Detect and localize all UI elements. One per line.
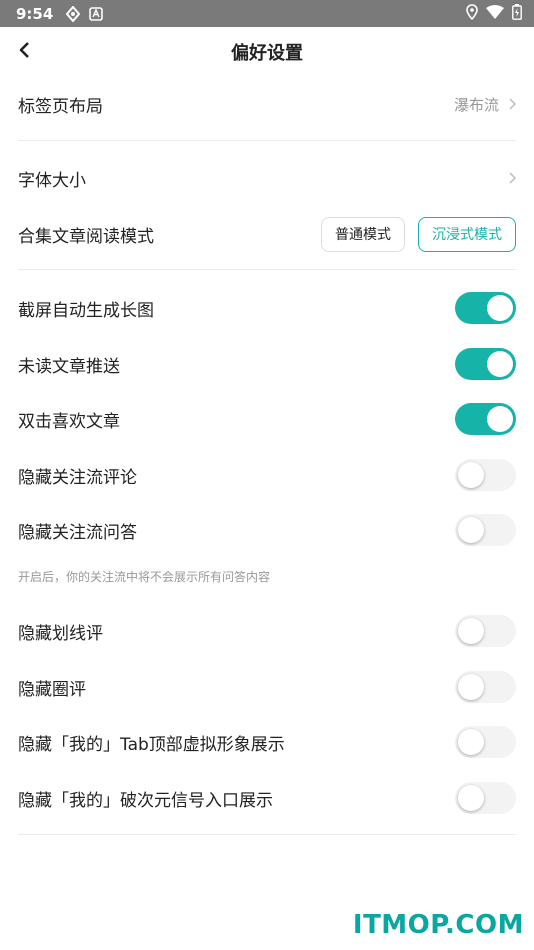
toggle-label: 隐藏圈评 bbox=[18, 679, 86, 700]
hide-circle-comments-toggle[interactable] bbox=[455, 671, 516, 703]
toggle-label: 隐藏「我的」Tab顶部虚拟形象展示 bbox=[18, 734, 285, 755]
hide-feed-comments-toggle[interactable] bbox=[455, 459, 516, 491]
toggle-knob bbox=[458, 785, 484, 811]
toggle-label: 隐藏关注流评论 bbox=[18, 467, 137, 488]
toggle-label: 隐藏关注流问答 bbox=[18, 522, 137, 543]
watermark-logo: ITMOP.COM bbox=[352, 910, 524, 940]
toggle-label: 双击喜欢文章 bbox=[18, 411, 120, 432]
wifi-icon bbox=[486, 4, 504, 23]
hide-qa-hint: 开启后，你的关注流中将不会展示所有问答内容 bbox=[18, 570, 271, 584]
toggle-knob bbox=[487, 406, 513, 432]
toggle-knob bbox=[458, 462, 484, 488]
battery-icon bbox=[512, 3, 522, 24]
chevron-right-icon bbox=[509, 98, 516, 110]
hide-signal-entry-toggle[interactable] bbox=[455, 782, 516, 814]
divider bbox=[18, 269, 516, 270]
immersive-mode-button[interactable]: 沉浸式模式 bbox=[418, 216, 516, 252]
toggle-row-double-tap-like: 双击喜欢文章 bbox=[18, 399, 516, 439]
divider bbox=[18, 834, 516, 835]
toggle-knob bbox=[487, 351, 513, 377]
toggle-knob bbox=[487, 295, 513, 321]
toggle-label: 截屏自动生成长图 bbox=[18, 300, 154, 321]
double-tap-like-toggle[interactable] bbox=[455, 403, 516, 435]
toggle-row-screenshot-long-image: 截屏自动生成长图 bbox=[18, 288, 516, 328]
divider bbox=[18, 140, 516, 141]
layout-label: 标签页布局 bbox=[18, 96, 103, 117]
screenshot-long-image-toggle[interactable] bbox=[455, 292, 516, 324]
sync-icon bbox=[65, 5, 81, 22]
toggle-knob bbox=[458, 729, 484, 755]
toggle-row-unread-push: 未读文章推送 bbox=[18, 344, 516, 384]
location-icon bbox=[466, 3, 478, 24]
normal-mode-button[interactable]: 普通模式 bbox=[321, 216, 405, 252]
read-mode-options: 普通模式 沉浸式模式 bbox=[321, 216, 516, 252]
toggle-label: 未读文章推送 bbox=[18, 356, 120, 377]
status-bar: 9:54 bbox=[0, 0, 534, 27]
toggle-label: 隐藏「我的」破次元信号入口展示 bbox=[18, 790, 273, 811]
hide-feed-qa-toggle[interactable] bbox=[455, 514, 516, 546]
toggle-row-hide-circle-comments: 隐藏圈评 bbox=[18, 667, 516, 707]
font-size-label: 字体大小 bbox=[18, 170, 86, 191]
toggle-knob bbox=[458, 517, 484, 543]
toggle-row-hide-underline-comments: 隐藏划线评 bbox=[18, 611, 516, 651]
notification-a-icon bbox=[89, 6, 104, 21]
layout-value: 瀑布流 bbox=[453, 95, 499, 114]
toggle-row-hide-avatar-display: 隐藏「我的」Tab顶部虚拟形象展示 bbox=[18, 722, 516, 762]
hide-avatar-display-toggle[interactable] bbox=[455, 726, 516, 758]
unread-push-toggle[interactable] bbox=[455, 348, 516, 380]
toggle-knob bbox=[458, 618, 484, 644]
layout-setting-row[interactable]: 标签页布局 瀑布流 bbox=[18, 84, 516, 124]
toggle-row-hide-feed-comments: 隐藏关注流评论 bbox=[18, 455, 516, 495]
toggle-label: 隐藏划线评 bbox=[18, 623, 103, 644]
font-size-row[interactable]: 字体大小 bbox=[18, 158, 516, 198]
page-title: 偏好设置 bbox=[231, 43, 303, 64]
chevron-right-icon bbox=[509, 172, 516, 184]
hide-underline-comments-toggle[interactable] bbox=[455, 615, 516, 647]
status-right-group bbox=[466, 3, 522, 24]
header: 偏好设置 bbox=[0, 27, 534, 77]
toggle-row-hide-signal-entry: 隐藏「我的」破次元信号入口展示 bbox=[18, 778, 516, 818]
read-mode-label: 合集文章阅读模式 bbox=[18, 226, 154, 247]
read-mode-row: 合集文章阅读模式 普通模式 沉浸式模式 bbox=[18, 214, 516, 254]
toggle-row-hide-feed-qa: 隐藏关注流问答 bbox=[18, 510, 516, 550]
status-time: 9:54 bbox=[16, 4, 54, 23]
toggle-knob bbox=[458, 674, 484, 700]
